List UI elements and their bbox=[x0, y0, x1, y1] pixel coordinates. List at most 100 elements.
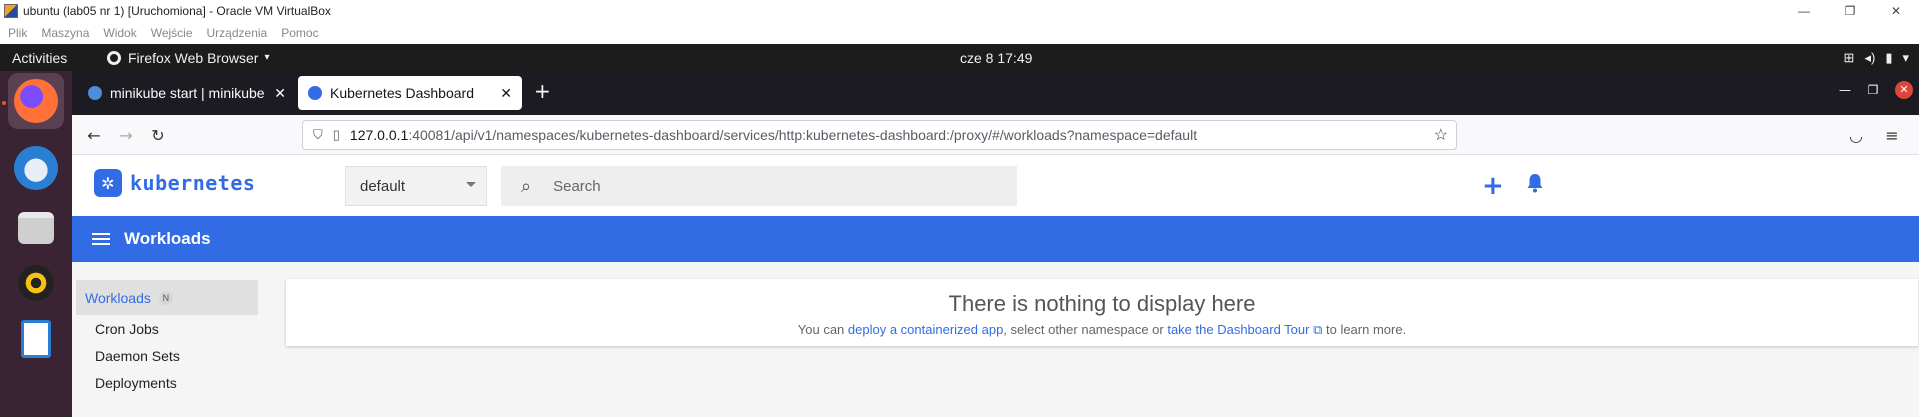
close-icon[interactable]: ✕ bbox=[274, 85, 286, 102]
network-icon: ⊞ bbox=[1843, 49, 1855, 65]
sidebar-item-label: Cron Jobs bbox=[95, 320, 159, 337]
firefox-window: minikube start | minikube ✕ Kubernetes D… bbox=[72, 71, 1919, 417]
sidebar-item-deployments[interactable]: Deployments bbox=[76, 369, 258, 396]
search-input[interactable] bbox=[553, 177, 974, 195]
new-tab-button[interactable]: + bbox=[534, 79, 551, 103]
sidebar-item-daemon-sets[interactable]: Daemon Sets bbox=[76, 342, 258, 369]
minikube-favicon-icon bbox=[88, 86, 102, 100]
kubernetes-favicon-icon bbox=[308, 86, 322, 100]
tab-kubernetes-dashboard[interactable]: Kubernetes Dashboard ✕ bbox=[298, 76, 522, 110]
namespace-value: default bbox=[360, 177, 406, 195]
sidebar-nav: Workloads N Cron Jobs Daemon Sets Deploy… bbox=[76, 280, 258, 396]
empty-text-suffix: to learn more. bbox=[1322, 322, 1407, 337]
empty-text-prefix: You can bbox=[797, 322, 848, 337]
notifications-bell-icon[interactable] bbox=[1526, 173, 1544, 193]
back-button[interactable]: ← bbox=[84, 125, 104, 145]
close-icon[interactable]: ✕ bbox=[500, 85, 512, 102]
sidebar-item-workloads[interactable]: Workloads N bbox=[76, 280, 258, 315]
firefox-window-controls: — ❐ ✕ bbox=[1831, 81, 1913, 99]
virtualbox-icon bbox=[4, 4, 18, 18]
dock-thunderbird[interactable] bbox=[8, 140, 64, 196]
speaker-icon bbox=[18, 265, 54, 301]
volume-icon: ◂) bbox=[1864, 49, 1876, 65]
sidebar-item-label: Deployments bbox=[95, 374, 177, 391]
dock-firefox[interactable] bbox=[8, 73, 64, 129]
sidebar-item-label: Daemon Sets bbox=[95, 347, 180, 364]
shield-icon: ⛉ bbox=[313, 127, 323, 142]
page-info-icon: ▯ bbox=[332, 127, 340, 142]
chevron-down-icon: ▾ bbox=[1902, 49, 1909, 65]
minimize-button[interactable]: — bbox=[1831, 83, 1859, 97]
system-tray[interactable]: ⊞ ◂) ▮ ▾ bbox=[1844, 44, 1919, 71]
forward-button[interactable]: → bbox=[116, 125, 136, 145]
minimize-button[interactable]: — bbox=[1781, 0, 1827, 22]
gnome-top-bar: Activities Firefox Web Browser ▾ cze 8 1… bbox=[0, 44, 1919, 71]
navigation-toolbar: ← → ↻ ⛉ ▯ 127.0.0.1 :40081/api/v1/namesp… bbox=[72, 115, 1919, 155]
menu-maszyna[interactable]: Maszyna bbox=[41, 26, 89, 40]
url-bar[interactable]: ⛉ ▯ 127.0.0.1 :40081/api/v1/namespaces/k… bbox=[302, 120, 1457, 150]
window-controls: — ❐ ✕ bbox=[1781, 0, 1919, 22]
dock bbox=[0, 71, 72, 417]
folder-icon bbox=[18, 212, 54, 244]
logo-wordmark: kubernetes bbox=[130, 171, 256, 195]
namespace-select[interactable]: default bbox=[345, 166, 487, 206]
tab-minikube[interactable]: minikube start | minikube ✕ bbox=[78, 76, 296, 110]
dashboard-body: Workloads N Cron Jobs Daemon Sets Deploy… bbox=[72, 262, 1919, 417]
pocket-icon[interactable]: ◡ bbox=[1846, 125, 1866, 145]
empty-state-text: You can deploy a containerized app, sele… bbox=[286, 322, 1918, 338]
url-path: :40081/api/v1/namespaces/kubernetes-dash… bbox=[408, 127, 1198, 143]
tab-label: Kubernetes Dashboard bbox=[330, 85, 474, 101]
close-button[interactable]: ✕ bbox=[1873, 0, 1919, 22]
window-title: ubuntu (lab05 nr 1) [Uruchomiona] - Orac… bbox=[23, 4, 331, 18]
dock-rhythmbox[interactable] bbox=[8, 255, 64, 311]
menu-urzadzenia[interactable]: Urządzenia bbox=[207, 26, 268, 40]
firefox-icon bbox=[107, 50, 121, 65]
dashboard-header: ✲ kubernetes default ⌕ + bbox=[72, 155, 1919, 216]
create-resource-button[interactable]: + bbox=[1482, 171, 1504, 201]
battery-icon: ▮ bbox=[1885, 49, 1893, 65]
restore-button[interactable]: ❐ bbox=[1827, 0, 1873, 22]
empty-state-card: There is nothing to display here You can… bbox=[286, 279, 1918, 346]
reload-button[interactable]: ↻ bbox=[148, 125, 168, 145]
thunderbird-icon bbox=[14, 146, 58, 190]
empty-text-middle: , select other namespace or bbox=[1003, 322, 1168, 337]
dock-files[interactable] bbox=[8, 200, 64, 256]
helm-wheel-icon: ✲ bbox=[94, 169, 122, 197]
menu-pomoc[interactable]: Pomoc bbox=[281, 26, 318, 40]
dashboard-tour-link[interactable]: take the Dashboard Tour ⧉ bbox=[1167, 322, 1322, 337]
page-toolbar: Workloads bbox=[72, 216, 1919, 262]
empty-state-heading: There is nothing to display here bbox=[948, 291, 1256, 316]
document-icon bbox=[21, 320, 51, 358]
dock-writer[interactable] bbox=[8, 311, 64, 367]
hamburger-menu-icon[interactable] bbox=[92, 233, 110, 245]
app-menu[interactable]: Firefox Web Browser ▾ bbox=[107, 50, 269, 66]
deploy-app-link[interactable]: deploy a containerized app bbox=[848, 322, 1003, 337]
app-menu-button[interactable]: ≡ bbox=[1882, 125, 1902, 145]
activities-button[interactable]: Activities bbox=[12, 50, 107, 66]
chevron-down-icon bbox=[466, 182, 476, 187]
search-box: ⌕ bbox=[501, 166, 1017, 206]
dashboard-tour-label: take the Dashboard Tour bbox=[1167, 322, 1310, 337]
menu-plik[interactable]: Plik bbox=[8, 26, 27, 40]
bookmark-star-icon[interactable]: ☆ bbox=[1434, 125, 1448, 145]
menu-wejscie[interactable]: Wejście bbox=[151, 26, 193, 40]
virtualbox-menu-bar: Plik Maszyna Widok Wejście Urządzenia Po… bbox=[0, 22, 1919, 44]
search-icon: ⌕ bbox=[521, 175, 532, 196]
external-link-icon: ⧉ bbox=[1309, 322, 1323, 337]
tab-bar: minikube start | minikube ✕ Kubernetes D… bbox=[72, 71, 1919, 115]
sidebar-item-cron-jobs[interactable]: Cron Jobs bbox=[76, 315, 258, 342]
virtualbox-title-bar: ubuntu (lab05 nr 1) [Uruchomiona] - Orac… bbox=[0, 0, 1919, 22]
menu-widok[interactable]: Widok bbox=[103, 26, 136, 40]
app-name: Firefox Web Browser bbox=[128, 49, 259, 66]
url-host: 127.0.0.1 bbox=[349, 127, 409, 143]
active-indicator bbox=[2, 101, 6, 105]
kubernetes-logo[interactable]: ✲ kubernetes bbox=[94, 169, 255, 197]
page-title: Workloads bbox=[124, 229, 211, 248]
chevron-down-icon: ▾ bbox=[264, 52, 270, 63]
sidebar-item-label: Workloads bbox=[85, 289, 151, 306]
maximize-button[interactable]: ❐ bbox=[1859, 83, 1887, 97]
firefox-icon bbox=[14, 79, 58, 123]
clock[interactable]: cze 8 17:49 bbox=[960, 44, 1032, 71]
close-button[interactable]: ✕ bbox=[1895, 81, 1913, 99]
tab-label: minikube start | minikube bbox=[110, 85, 265, 101]
